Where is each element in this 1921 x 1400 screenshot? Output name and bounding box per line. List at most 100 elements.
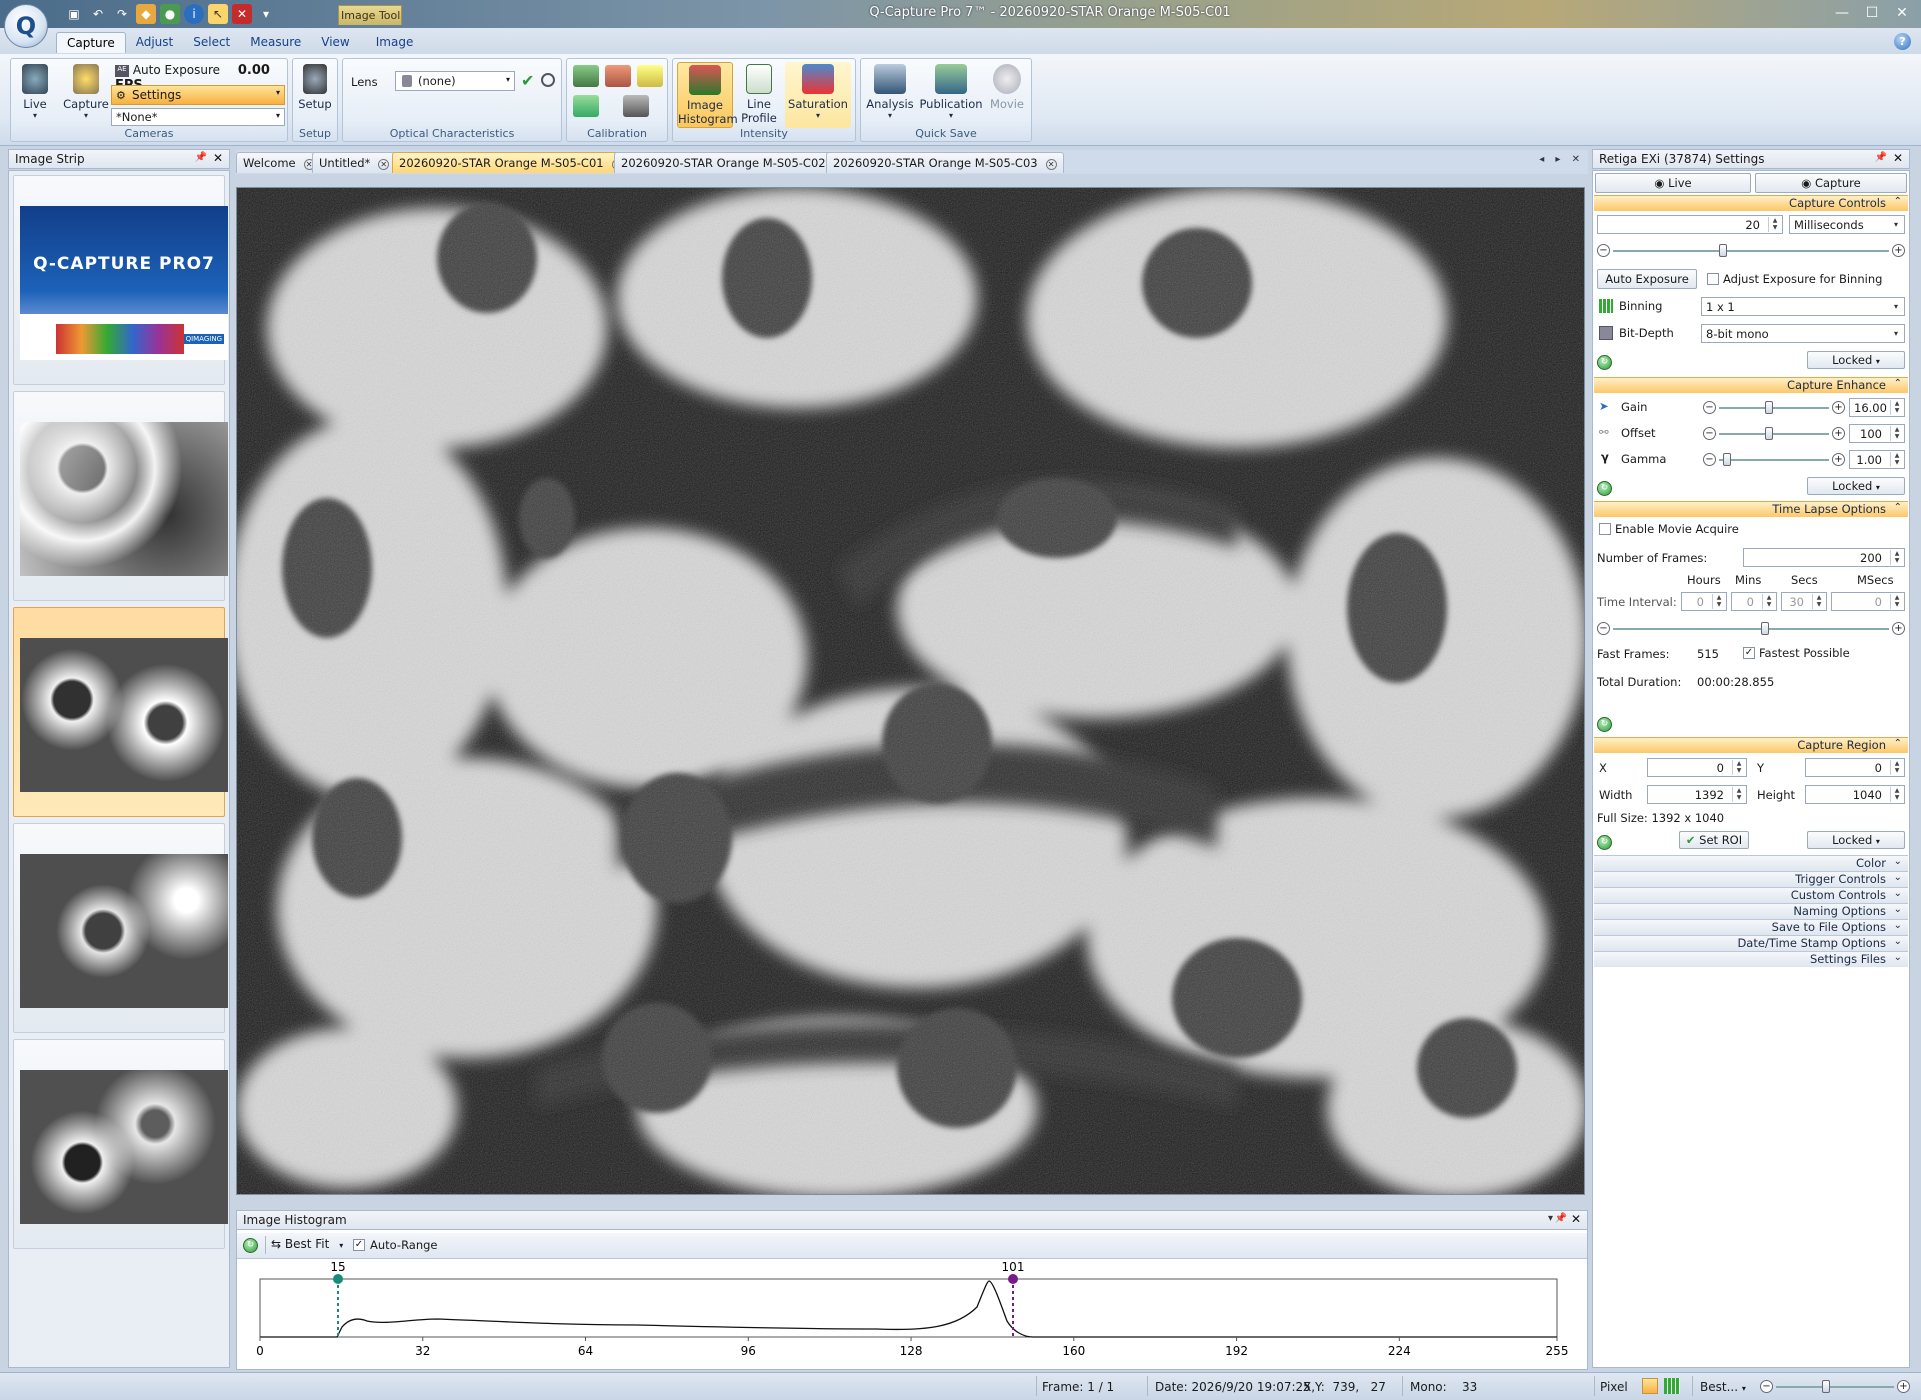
close-icon[interactable]: ✕: [1045, 159, 1057, 170]
minus-icon[interactable]: −: [1597, 622, 1610, 635]
tab-measure[interactable]: Measure: [240, 32, 311, 53]
minus-icon[interactable]: −: [1597, 244, 1610, 257]
slider-handle[interactable]: [1822, 1380, 1830, 1393]
tab-adjust[interactable]: Adjust: [126, 32, 184, 53]
settings-dropdown[interactable]: ⚙ Settings ▾: [111, 85, 285, 105]
section-datetime-stamp[interactable]: Date/Time Stamp Options ⌄: [1594, 935, 1908, 951]
hours-input[interactable]: 0 ▲ ▼: [1681, 592, 1727, 611]
msecs-input[interactable]: 0 ▲ ▼: [1831, 592, 1905, 611]
microscopy-image[interactable]: [236, 187, 1585, 1195]
auto-range-checkbox[interactable]: ✓: [353, 1239, 365, 1251]
slider-handle[interactable]: [1765, 401, 1773, 414]
plus-icon[interactable]: +: [1892, 244, 1905, 257]
offset-input[interactable]: 100 ▲ ▼: [1849, 424, 1905, 443]
image-histogram-button[interactable]: Image Histogram: [677, 62, 738, 128]
zoom-dropdown[interactable]: Best... ▾: [1700, 1380, 1746, 1394]
capture-mode-button[interactable]: ◉ Capture: [1755, 173, 1907, 193]
pin-icon[interactable]: 📌: [195, 152, 207, 163]
save-icon[interactable]: ▣: [64, 4, 84, 24]
plus-icon[interactable]: +: [1892, 622, 1905, 635]
doc-tab-c02[interactable]: 20260920-STAR Orange M-S05-C02✕: [614, 152, 852, 173]
close-icon[interactable]: ✕: [378, 159, 390, 170]
spinner-icon[interactable]: ▲ ▼: [1890, 426, 1903, 441]
strip-thumbnail[interactable]: [13, 823, 228, 1033]
fastest-possible-checkbox[interactable]: ✓: [1743, 647, 1755, 659]
lens-settings-icon[interactable]: [541, 73, 555, 87]
strip-thumbnail[interactable]: [13, 391, 228, 601]
capture-tool-icon[interactable]: ●: [160, 4, 180, 24]
section-capture-enhance[interactable]: Capture Enhance ⌃: [1594, 377, 1908, 393]
spinner-icon[interactable]: ▲ ▼: [1890, 550, 1903, 565]
auto-exposure-button[interactable]: Auto Exposure: [1597, 269, 1697, 289]
refresh-icon[interactable]: ↻: [1597, 717, 1612, 732]
plus-icon[interactable]: +: [1832, 401, 1845, 414]
pen-calibrate-icon[interactable]: [605, 65, 631, 87]
close-icon[interactable]: ✕: [1571, 1212, 1581, 1226]
exposure-slider[interactable]: − +: [1597, 243, 1905, 259]
spinner-icon[interactable]: ▲ ▼: [1890, 760, 1903, 775]
grid-view-icon[interactable]: [1664, 1378, 1680, 1394]
refresh-icon[interactable]: ↻: [1597, 355, 1612, 370]
minimize-icon[interactable]: —: [1829, 2, 1855, 24]
minus-icon[interactable]: −: [1703, 427, 1716, 440]
live-button[interactable]: Live ▾: [13, 62, 57, 126]
width-input[interactable]: 1392 ▲ ▼: [1647, 785, 1747, 804]
spinner-icon[interactable]: ▲ ▼: [1712, 594, 1725, 609]
spinner-icon[interactable]: ▲ ▼: [1890, 452, 1903, 467]
section-trigger-controls[interactable]: Trigger Controls ⌄: [1594, 871, 1908, 887]
dropdown-icon[interactable]: ▾: [1548, 1213, 1553, 1224]
mins-input[interactable]: 0 ▲ ▼: [1731, 592, 1777, 611]
minus-icon[interactable]: −: [1703, 453, 1716, 466]
tab-select[interactable]: Select: [183, 32, 240, 53]
spinner-icon[interactable]: ▲ ▼: [1762, 594, 1775, 609]
section-naming-options[interactable]: Naming Options ⌄: [1594, 903, 1908, 919]
tab-capture[interactable]: Capture: [56, 32, 126, 53]
pin-icon[interactable]: 📌: [1875, 152, 1887, 163]
auto-exposure-button[interactable]: AE Auto Exposure 0.00 FPS: [115, 63, 285, 93]
section-capture-controls[interactable]: Capture Controls ⌃: [1594, 195, 1908, 211]
lens-dropdown[interactable]: (none) ▾: [395, 71, 515, 91]
app-logo-icon[interactable]: Q: [4, 4, 48, 48]
section-settings-files[interactable]: Settings Files ⌄: [1594, 951, 1908, 967]
y-input[interactable]: 0 ▲ ▼: [1805, 758, 1905, 777]
strip-thumbnail-selected[interactable]: [13, 607, 228, 817]
tool-icon[interactable]: ◆: [136, 4, 156, 24]
gain-input[interactable]: 16.00 ▲ ▼: [1849, 398, 1905, 417]
exposure-input[interactable]: 20 ▲ ▼: [1597, 215, 1783, 234]
strip-thumbnail[interactable]: Q-CAPTURE PRO7 QIMAGING: [13, 175, 228, 385]
interval-slider[interactable]: − +: [1597, 621, 1905, 637]
height-input[interactable]: 1040 ▲ ▼: [1805, 785, 1905, 804]
close-icon[interactable]: ✕: [213, 151, 223, 165]
x-input[interactable]: 0 ▲ ▼: [1647, 758, 1747, 777]
plus-icon[interactable]: +: [1832, 427, 1845, 440]
locked-dropdown[interactable]: Locked ▾: [1807, 477, 1905, 495]
slider-handle[interactable]: [1719, 244, 1727, 257]
delete-icon[interactable]: ✕: [232, 4, 252, 24]
section-color[interactable]: Color ⌄: [1594, 855, 1908, 871]
pointer-icon[interactable]: ↖: [208, 4, 228, 24]
spinner-icon[interactable]: ▲ ▼: [1768, 217, 1781, 232]
setup-button[interactable]: Setup: [295, 62, 335, 126]
plus-icon[interactable]: +: [1897, 1380, 1910, 1393]
bit-depth-dropdown[interactable]: 8-bit mono ▾: [1701, 324, 1905, 343]
minus-icon[interactable]: −: [1760, 1380, 1773, 1393]
capture-button[interactable]: Capture ▾: [61, 62, 111, 126]
locked-dropdown[interactable]: Locked ▾: [1807, 831, 1905, 849]
calibrate-icon[interactable]: [573, 65, 599, 87]
refresh-icon[interactable]: ↻: [1597, 481, 1612, 496]
doc-tab-welcome[interactable]: Welcome ✕: [236, 152, 322, 173]
line-profile-button[interactable]: Line Profile: [737, 62, 781, 126]
section-custom-controls[interactable]: Custom Controls ⌄: [1594, 887, 1908, 903]
locked-dropdown[interactable]: Locked ▾: [1807, 351, 1905, 369]
spinner-icon[interactable]: ▲ ▼: [1890, 787, 1903, 802]
publication-button[interactable]: Publication ▾: [919, 62, 983, 126]
refresh-icon[interactable]: ↻: [1597, 835, 1612, 850]
pixel-mode[interactable]: Pixel: [1600, 1380, 1628, 1394]
zoom-slider[interactable]: − +: [1760, 1379, 1910, 1395]
close-icon[interactable]: ✕: [1889, 2, 1915, 24]
preset-dropdown[interactable]: *None* ▾: [111, 108, 285, 126]
adjust-binning-checkbox[interactable]: [1707, 273, 1719, 285]
image-view-icon[interactable]: [1642, 1378, 1658, 1394]
doc-tab-untitled[interactable]: Untitled* ✕: [312, 152, 397, 173]
spinner-icon[interactable]: ▲ ▼: [1890, 594, 1903, 609]
